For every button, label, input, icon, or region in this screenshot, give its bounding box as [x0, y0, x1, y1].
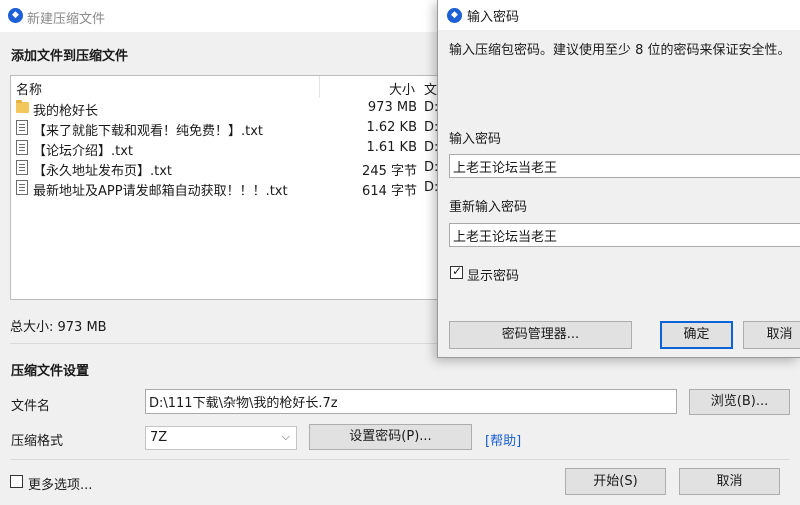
- format-label: 压缩格式: [11, 434, 64, 449]
- more-options-label[interactable]: 更多选项...: [28, 474, 92, 493]
- help-link[interactable]: [帮助]: [485, 430, 521, 449]
- file-size: 614 字节: [362, 184, 417, 199]
- filename-input[interactable]: [145, 389, 677, 414]
- file-name: 【来了就能下载和观看！纯免费！】.txt: [33, 124, 264, 139]
- file-row[interactable]: 我的枪好长 973 MB D:: [11, 98, 439, 119]
- file-list[interactable]: 名称 大小 文 我的枪好长 973 MB D: 【来了就能下载和观看！纯免费！】…: [10, 75, 440, 300]
- password-label: 输入密码: [449, 132, 502, 147]
- chevron-down-icon: ⌵: [281, 430, 290, 443]
- filename-label: 文件名: [11, 399, 51, 414]
- text-file-icon: [16, 180, 28, 195]
- dialog-title: 输入密码: [467, 10, 520, 25]
- start-button[interactable]: 开始(S): [565, 468, 666, 495]
- file-size: 973 MB: [367, 100, 417, 115]
- show-password-label[interactable]: 显示密码: [467, 265, 519, 284]
- dialog-titlebar[interactable]: ◆ 输入密码: [438, 0, 800, 30]
- text-file-icon: [16, 140, 28, 155]
- password-input[interactable]: [449, 154, 800, 178]
- file-name: 【论坛介绍】.txt: [33, 144, 134, 159]
- file-size: 1.62 KB: [366, 120, 417, 135]
- file-name: 最新地址及APP请发邮箱自动获取！！！.txt: [33, 184, 288, 199]
- divider: [10, 343, 440, 344]
- set-password-button[interactable]: 设置密码(P)...: [309, 424, 472, 450]
- dialog-cancel-button[interactable]: 取消: [743, 321, 800, 349]
- folder-icon: [16, 100, 29, 113]
- file-row[interactable]: 【来了就能下载和观看！纯免费！】.txt 1.62 KB D:: [11, 118, 439, 139]
- cancel-button[interactable]: 取消: [679, 468, 780, 495]
- browse-button[interactable]: 浏览(B)...: [689, 389, 790, 415]
- more-options-checkbox[interactable]: [10, 475, 23, 488]
- ok-button[interactable]: 确定: [660, 321, 733, 349]
- file-size: 245 字节: [362, 164, 417, 179]
- total-size: 总大小: 973 MB: [10, 320, 107, 335]
- column-header-type[interactable]: 文: [424, 79, 437, 98]
- file-name: 【永久地址发布页】.txt: [33, 164, 173, 179]
- divider: [10, 459, 790, 460]
- dialog-hint: 输入压缩包密码。建议使用至少 8 位的密码来保证安全性。: [449, 43, 791, 58]
- window-title: 新建压缩文件: [27, 12, 106, 27]
- column-divider[interactable]: [319, 76, 320, 98]
- column-header-size[interactable]: 大小: [389, 79, 415, 98]
- app-logo-icon: ◆: [8, 8, 23, 23]
- checkmark-icon: ✓: [452, 264, 463, 278]
- column-header-name[interactable]: 名称: [16, 79, 42, 98]
- add-files-header: 添加文件到压缩文件: [11, 49, 129, 64]
- format-select[interactable]: 7Z ⌵: [145, 426, 297, 450]
- file-name: 我的枪好长: [33, 104, 99, 119]
- file-row[interactable]: 最新地址及APP请发邮箱自动获取！！！.txt 614 字节 D:: [11, 178, 439, 199]
- file-row[interactable]: 【论坛介绍】.txt 1.61 KB D:: [11, 138, 439, 159]
- text-file-icon: [16, 160, 28, 175]
- file-size: 1.61 KB: [366, 140, 417, 155]
- password-manager-button[interactable]: 密码管理器...: [449, 321, 632, 349]
- show-password-checkbox[interactable]: ✓: [450, 264, 463, 279]
- confirm-password-label: 重新输入密码: [449, 200, 528, 215]
- compress-settings-header: 压缩文件设置: [11, 364, 90, 379]
- app-logo-icon: ◆: [447, 8, 462, 23]
- file-row[interactable]: 【永久地址发布页】.txt 245 字节 D:: [11, 158, 439, 179]
- password-dialog: ◆ 输入密码 输入压缩包密码。建议使用至少 8 位的密码来保证安全性。 输入密码…: [437, 0, 800, 358]
- text-file-icon: [16, 120, 28, 135]
- confirm-password-input[interactable]: [449, 223, 800, 247]
- format-value: 7Z: [150, 430, 168, 445]
